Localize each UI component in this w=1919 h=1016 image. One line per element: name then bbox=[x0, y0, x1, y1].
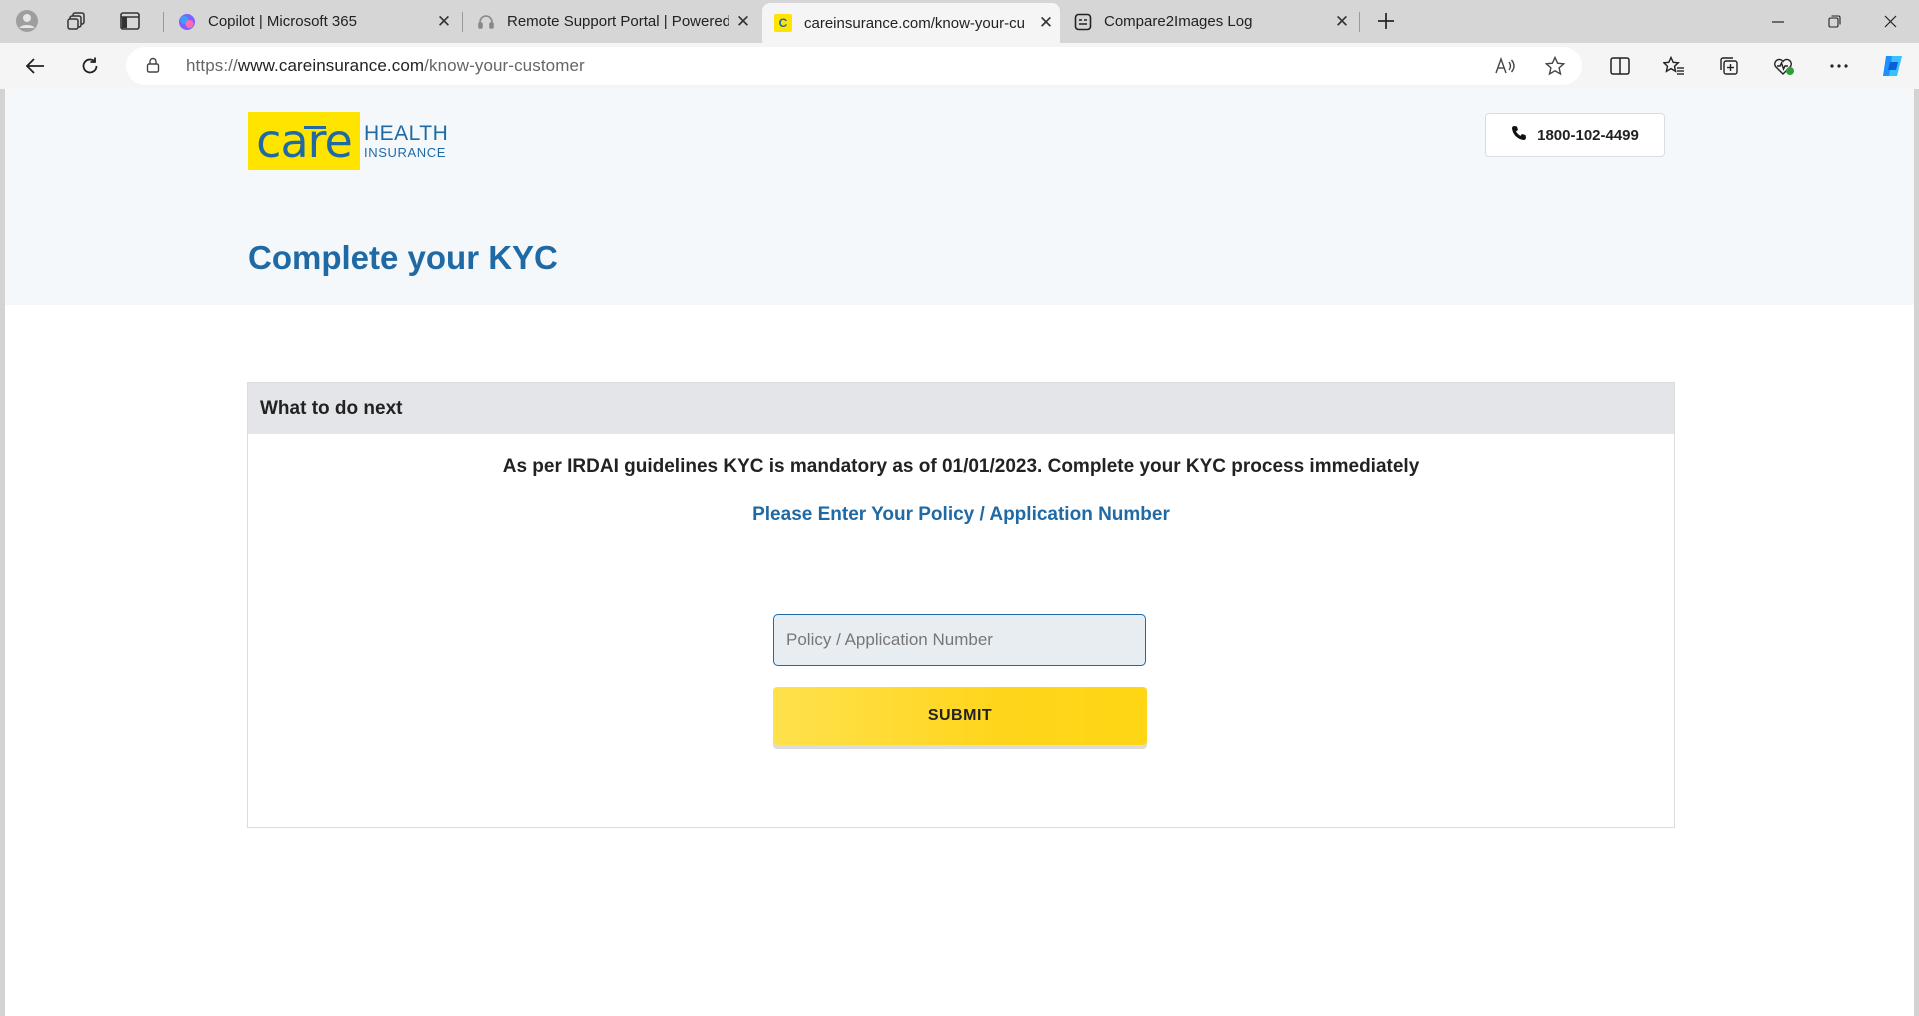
close-icon[interactable]: ✕ bbox=[1032, 13, 1060, 33]
restore-button[interactable] bbox=[1806, 0, 1862, 43]
page-title: Complete your KYC bbox=[248, 239, 558, 276]
favorite-star-icon[interactable] bbox=[1542, 53, 1568, 79]
copilot-sidebar-icon[interactable] bbox=[1876, 49, 1910, 83]
browser-toolbar: https://www.careinsurance.com/know-your-… bbox=[0, 43, 1919, 89]
card-heading: What to do next bbox=[260, 397, 403, 419]
log-icon bbox=[1074, 13, 1092, 31]
more-options-icon[interactable] bbox=[1822, 49, 1856, 83]
url-text[interactable]: https://www.careinsurance.com/know-your-… bbox=[186, 56, 585, 76]
tab-separator bbox=[462, 12, 463, 32]
tab-copilot[interactable]: Copilot | Microsoft 365 ✕ bbox=[166, 4, 458, 39]
page-viewport: care HEALTH INSURANCE 1800-102-4499 Comp… bbox=[5, 89, 1914, 1016]
logo-line-insurance: INSURANCE bbox=[364, 145, 446, 160]
tab-remote-support[interactable]: Remote Support Portal | Powered ✕ bbox=[465, 4, 757, 39]
tab-separator bbox=[163, 12, 164, 32]
lock-icon[interactable] bbox=[146, 57, 168, 76]
tab-careinsurance[interactable]: C careinsurance.com/know-your-cu ✕ bbox=[762, 3, 1060, 43]
close-icon[interactable]: ✕ bbox=[729, 12, 757, 32]
close-window-button[interactable] bbox=[1862, 0, 1918, 43]
phone-icon bbox=[1511, 125, 1527, 146]
tab-title: Remote Support Portal | Powered bbox=[507, 13, 729, 30]
tab-title: Compare2Images Log bbox=[1104, 13, 1253, 30]
policy-number-input[interactable] bbox=[773, 614, 1146, 666]
submit-button[interactable]: SUBMIT bbox=[773, 687, 1147, 745]
logo-care-mark: care bbox=[248, 112, 360, 170]
close-icon[interactable]: ✕ bbox=[1328, 12, 1356, 32]
call-helpline-button[interactable]: 1800-102-4499 bbox=[1485, 113, 1665, 157]
kyc-card: What to do next As per IRDAI guidelines … bbox=[247, 382, 1675, 828]
page-header: care HEALTH INSURANCE 1800-102-4499 Comp… bbox=[5, 89, 1914, 305]
workspaces-icon[interactable] bbox=[62, 6, 92, 36]
tab-separator bbox=[1359, 12, 1360, 32]
minimize-button[interactable] bbox=[1750, 0, 1806, 43]
headset-icon bbox=[477, 13, 495, 31]
read-aloud-icon[interactable] bbox=[1492, 53, 1518, 79]
refresh-button[interactable] bbox=[73, 49, 107, 83]
split-screen-icon[interactable] bbox=[1603, 49, 1637, 83]
address-bar[interactable]: https://www.careinsurance.com/know-your-… bbox=[126, 47, 1582, 85]
close-icon[interactable]: ✕ bbox=[430, 12, 458, 32]
browser-tab-strip: Copilot | Microsoft 365 ✕ Remote Support… bbox=[0, 0, 1919, 43]
kyc-notice: As per IRDAI guidelines KYC is mandatory… bbox=[502, 456, 1420, 477]
logo-wordmark: HEALTH INSURANCE bbox=[364, 123, 448, 159]
tab-compare2images[interactable]: Compare2Images Log ✕ bbox=[1062, 4, 1356, 39]
favorites-icon[interactable] bbox=[1657, 49, 1691, 83]
phone-number: 1800-102-4499 bbox=[1537, 126, 1639, 144]
vertical-tabs-icon[interactable] bbox=[115, 6, 145, 36]
card-header: What to do next bbox=[248, 383, 1674, 434]
tab-title: Copilot | Microsoft 365 bbox=[208, 13, 357, 30]
back-button[interactable] bbox=[18, 49, 52, 83]
copilot-icon bbox=[178, 13, 196, 31]
collections-icon[interactable] bbox=[1712, 49, 1746, 83]
care-health-logo[interactable]: care HEALTH INSURANCE bbox=[248, 111, 448, 171]
browser-essentials-icon[interactable] bbox=[1767, 49, 1801, 83]
care-favicon: C bbox=[774, 14, 792, 32]
profile-icon[interactable] bbox=[12, 6, 42, 36]
logo-line-health: HEALTH bbox=[364, 122, 449, 145]
policy-prompt: Please Enter Your Policy / Application N… bbox=[752, 504, 1170, 525]
new-tab-button[interactable] bbox=[1371, 6, 1401, 36]
tab-title: careinsurance.com/know-your-cu bbox=[804, 14, 1025, 32]
